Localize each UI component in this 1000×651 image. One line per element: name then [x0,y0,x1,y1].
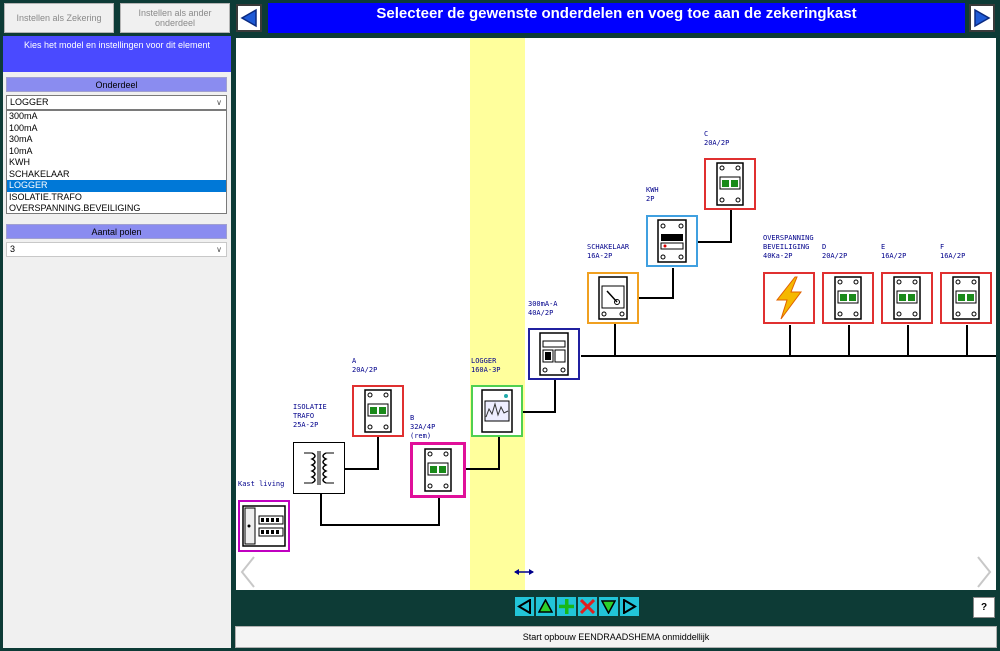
triangle-right-icon [974,8,991,28]
poles-select[interactable]: 3 ∨ [6,242,227,257]
logger-icon [481,389,513,433]
breaker-f-node[interactable] [940,272,992,324]
move-left-button[interactable] [515,597,534,616]
label-trafo: ISOLATIE TRAFO 25A-2P [293,403,327,429]
label-e: E 16A/2P [881,243,907,260]
list-item[interactable]: 30mA [7,134,226,146]
breaker-icon [424,448,452,492]
scroll-left-button[interactable] [238,555,258,590]
set-as-fuse-button[interactable]: Instellen als Zekering [4,3,114,33]
label-c: C 20A/2P [704,130,730,147]
start-button[interactable]: Start opbouw EENDRAADSHEMA onmiddellijk [235,626,997,648]
label-d: D 20A/2P [822,243,848,260]
breaker-icon [952,276,980,320]
chevron-down-icon: ∨ [216,245,222,254]
prev-button[interactable] [236,4,262,32]
part-select[interactable]: LOGGER ∨ [6,95,227,110]
next-button[interactable] [969,4,995,32]
move-right-button[interactable] [620,597,639,616]
arrow-down-icon [601,600,616,614]
panel-header: Kies het model en instellingen voor dit … [3,36,231,72]
help-button[interactable]: ? [973,597,995,618]
add-button[interactable] [557,597,576,616]
part-dropdown-list[interactable]: 300mA 100mA 30mA 10mA KWH SCHAKELAAR LOG… [6,110,227,214]
resize-handle[interactable] [512,566,536,580]
label-kast: Kast living [238,480,285,488]
arrow-left-icon [517,599,531,614]
delete-button[interactable] [578,597,597,616]
lightning-icon [775,276,802,320]
list-item[interactable]: 100mA [7,123,226,135]
part-section-header: Onderdeel [6,77,227,92]
move-up-button[interactable] [536,597,555,616]
poles-section-header: Aantal polen [6,224,227,239]
set-as-other-button[interactable]: Instellen als ander onderdeel [120,3,230,33]
edit-toolbar [515,597,639,616]
breaker-icon [716,162,744,206]
label-switch: SCHAKELAAR 16A-2P [587,243,630,260]
list-item[interactable]: 10mA [7,146,226,158]
breaker-icon [834,276,862,320]
label-b: B 32A/4P (rem) [410,414,436,440]
logger-node[interactable] [471,385,523,437]
breaker-icon [364,389,392,433]
chevron-right-icon [977,556,992,588]
cabinet-node[interactable] [238,500,290,552]
page-title: Selecteer de gewenste onderdelen en voeg… [268,3,965,33]
resize-horizontal-icon [514,569,534,575]
cabinet-icon [242,505,286,547]
breaker-b-node[interactable] [410,442,466,498]
list-item[interactable]: OVERSPANNING.BEVEILIGING [7,203,226,215]
switch-node[interactable] [587,272,639,324]
transformer-node[interactable] [293,442,345,494]
scroll-right-button[interactable] [974,555,994,590]
chevron-down-icon: ∨ [216,98,222,107]
delete-icon [580,599,595,614]
list-item[interactable]: SCHAKELAAR [7,169,226,181]
list-item[interactable]: 300mA [7,111,226,123]
list-item[interactable]: KWH [7,157,226,169]
label-f: F 16A/2P [940,243,966,260]
breaker-d-node[interactable] [822,272,874,324]
rcd-node[interactable] [528,328,580,380]
label-logger: LOGGER 160A-3P [471,357,501,374]
chevron-left-icon [240,556,255,588]
arrow-up-icon [538,599,553,613]
breaker-icon [893,276,921,320]
plus-icon [559,599,574,614]
label-rcd: 300mA-A 40A/2P [528,300,558,317]
move-down-button[interactable] [599,597,618,616]
kwh-node[interactable] [646,215,698,267]
selection-highlight [470,38,525,590]
label-a: A 20A/2P [352,357,378,374]
list-item-selected[interactable]: LOGGER [7,180,226,192]
transformer-icon [304,451,334,485]
breaker-c-node[interactable] [704,158,756,210]
list-item[interactable]: ISOLATIE.TRAFO [7,192,226,204]
switch-icon [598,276,628,320]
arrow-right-icon [623,599,637,614]
breaker-e-node[interactable] [881,272,933,324]
rcd-icon [539,332,569,376]
part-select-value: LOGGER [10,97,49,107]
diagram-canvas[interactable]: Kast living ISOLATIE TRAFO 25A-2P A 20A/… [236,38,996,590]
poles-select-value: 3 [10,244,16,254]
label-kwh: KWH 2P [646,186,659,203]
label-surge: OVERSPANNING BEVEILIGING 40Ka-2P [763,234,814,260]
breaker-a-node[interactable] [352,385,404,437]
meter-icon [657,219,687,263]
triangle-left-icon [240,8,257,28]
surge-node[interactable] [763,272,815,324]
